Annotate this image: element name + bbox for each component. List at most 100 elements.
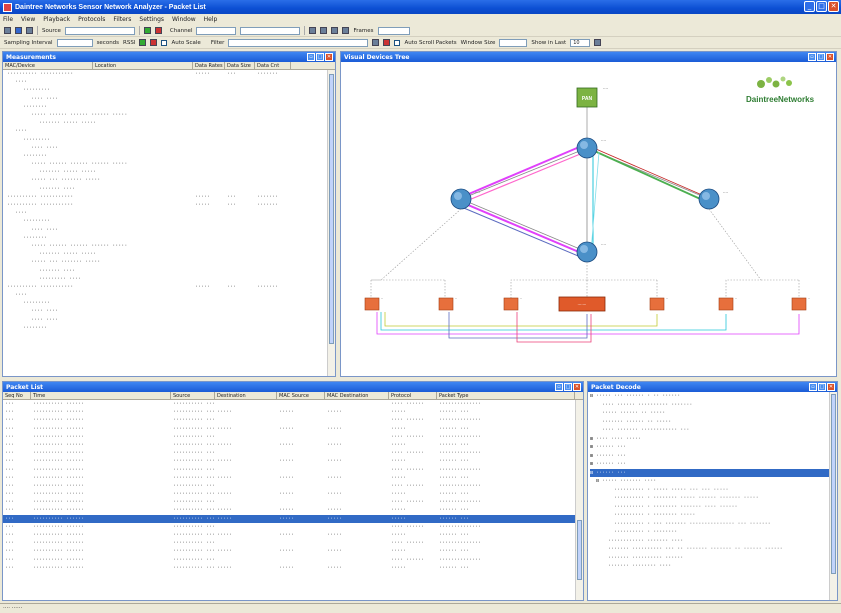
measurements-restore-button[interactable]: ▫ xyxy=(307,53,315,61)
packet-row[interactable]: ············· ················ ·········… xyxy=(3,539,583,547)
end-device-node[interactable]: ·· xyxy=(791,297,810,311)
col-data-count[interactable]: Data Cnt xyxy=(255,61,291,70)
end-device-node[interactable]: ·· xyxy=(718,297,737,311)
decode-row[interactable]: ⊞ ···· ···· ····· xyxy=(590,435,837,444)
measurement-row[interactable]: ···· xyxy=(3,209,335,217)
packet-decode-restore-button[interactable]: ▫ xyxy=(809,383,817,391)
menu-settings[interactable]: Settings xyxy=(139,16,164,23)
packet-decode-close-button[interactable]: ✕ xyxy=(827,383,835,391)
stop-icon[interactable] xyxy=(154,27,162,34)
packet-row[interactable]: ············· ················ ·········… xyxy=(3,556,583,564)
col-mac-source[interactable]: MAC Source xyxy=(277,391,325,400)
router-node[interactable]: ···· xyxy=(698,188,728,210)
packet-row[interactable]: ············· ················ ·········… xyxy=(3,433,583,441)
measurement-row[interactable]: ········ xyxy=(3,234,335,242)
packet-row[interactable]: ············· ················ ·········… xyxy=(3,482,583,490)
auto-scale-checkbox[interactable] xyxy=(161,39,168,46)
measurement-row[interactable]: ···· xyxy=(3,78,335,86)
decode-row[interactable]: ············ ······· ···· xyxy=(590,537,837,546)
frames-field[interactable] xyxy=(377,26,410,35)
measurement-row[interactable]: ·········· ··········· ····· ··· ······· xyxy=(3,201,335,209)
packet-list-maximize-button[interactable]: □ xyxy=(564,383,572,391)
packet-row[interactable]: ············· ················ ·········… xyxy=(3,449,583,457)
packet-row[interactable]: ············· ················ ·········… xyxy=(3,416,583,424)
packet-row[interactable]: ············· ················ ·········… xyxy=(3,408,583,416)
menu-playback[interactable]: Playback xyxy=(43,16,70,23)
packet-row[interactable]: ············· ················ ·········… xyxy=(3,474,583,482)
measurement-row[interactable]: ····· ··· ······· ····· xyxy=(3,258,335,266)
packet-decode-scrollbar[interactable] xyxy=(829,392,837,600)
measurement-row[interactable]: ···· ···· xyxy=(3,307,335,315)
col-mac-destination[interactable]: MAC Destination xyxy=(325,391,389,400)
measurement-row[interactable]: ········· xyxy=(3,86,335,94)
decode-row[interactable]: ······· ·········· ······ xyxy=(590,554,837,563)
packet-row[interactable]: ············· ················ ·········… xyxy=(3,441,583,449)
packet-row[interactable]: ············· ················ ·········… xyxy=(3,523,583,531)
col-packet-type[interactable]: Packet Type xyxy=(437,391,575,400)
packet-row[interactable]: ············· ················ ·········… xyxy=(3,457,583,465)
measurement-row[interactable]: ····· ··· ······· ····· xyxy=(3,176,335,184)
decode-row[interactable]: ·········· · ········ xyxy=(590,528,837,537)
decode-row[interactable]: ·········· · ··· ······· ···············… xyxy=(590,520,837,529)
rewind-icon[interactable] xyxy=(309,27,317,34)
auto-scroll-checkbox[interactable] xyxy=(394,39,401,46)
decode-row[interactable]: ⊞ ······ ··· xyxy=(590,452,837,461)
measurement-row[interactable]: ········· xyxy=(3,299,335,307)
device-tree-maximize-button[interactable]: □ xyxy=(817,53,825,61)
menu-view[interactable]: View xyxy=(21,16,35,23)
channel-slider[interactable] xyxy=(240,26,301,35)
maximize-button[interactable]: □ xyxy=(816,1,827,12)
end-device-node[interactable]: ·· xyxy=(438,297,457,311)
menu-filters[interactable]: Filters xyxy=(113,16,131,23)
measurement-row[interactable]: ···· ···· xyxy=(3,226,335,234)
filter-clear-icon[interactable] xyxy=(383,39,391,46)
packet-decode-maximize-button[interactable]: □ xyxy=(818,383,826,391)
measurement-row[interactable]: ···· xyxy=(3,291,335,299)
measurement-row[interactable]: ········ xyxy=(3,324,335,332)
decode-row[interactable]: ⊟ ····· ··· ······ · ·· ······ xyxy=(590,392,837,401)
packet-row[interactable]: ············· ················ ·········… xyxy=(3,564,583,572)
packet-list-restore-button[interactable]: ▫ xyxy=(555,383,563,391)
decode-row[interactable]: ·········· · ········ ····· ······ ·····… xyxy=(590,494,837,503)
decode-row[interactable]: ····· ······ ·· ····· xyxy=(590,409,837,418)
router-node[interactable]: ···· xyxy=(576,241,606,263)
decode-row[interactable]: ······· ······ ·· ····· xyxy=(590,418,837,427)
col-seq-no[interactable]: Seq No xyxy=(3,391,31,400)
decode-row[interactable]: ···· ······ ·········· ······· xyxy=(590,401,837,410)
measurement-row[interactable]: ······· ···· xyxy=(3,267,335,275)
sampling-interval-field[interactable] xyxy=(56,38,93,47)
measurement-row[interactable]: ····· ······ ······ ······ ····· xyxy=(3,242,335,250)
fast-forward-icon[interactable] xyxy=(342,27,350,34)
packet-row[interactable]: ············· ················ ·········… xyxy=(3,400,583,408)
settings-icon[interactable] xyxy=(594,39,602,46)
pan-coordinator-node[interactable]: PAN ···· xyxy=(576,86,608,108)
minimize-button[interactable]: _ xyxy=(804,1,815,12)
col-data-size[interactable]: Data Size xyxy=(225,61,255,70)
decode-row[interactable]: ······· ········ ···· xyxy=(590,562,837,571)
decode-row-selected[interactable]: ⊟ ······ ··· xyxy=(590,468,837,477)
end-device-node-selected[interactable]: ······· xyxy=(558,296,606,312)
packet-list-close-button[interactable]: ✕ xyxy=(573,383,581,391)
decode-row[interactable]: ···· ······· ············ ··· xyxy=(590,426,837,435)
measurement-row[interactable]: ···· xyxy=(3,127,335,135)
menu-window[interactable]: Window xyxy=(172,16,196,23)
rssi-add-icon[interactable] xyxy=(139,39,147,46)
show-last-field[interactable]: 10 xyxy=(570,38,591,47)
decode-row[interactable]: ······· ·········· ··· ·· ······· ······… xyxy=(590,545,837,554)
print-icon[interactable] xyxy=(26,27,33,34)
col-data-rates[interactable]: Data Rates xyxy=(193,61,225,70)
measurement-row[interactable]: ········· xyxy=(3,217,335,225)
decode-row[interactable]: ·········· · ········ ····· xyxy=(590,511,837,520)
col-time[interactable]: Time xyxy=(31,391,171,400)
packet-row[interactable]: ············· ················ ·········… xyxy=(3,425,583,433)
filter-apply-icon[interactable] xyxy=(372,39,380,46)
filter-field[interactable] xyxy=(228,38,369,47)
decode-row[interactable]: ·········· · ········ ······· ···· ·····… xyxy=(590,503,837,512)
decode-row[interactable]: ·········· · ····· ····· ··· ··· ····· xyxy=(590,486,837,495)
end-device-node[interactable]: ·· xyxy=(503,297,522,311)
packet-row[interactable]: ············· ················ ·········… xyxy=(3,498,583,506)
save-icon[interactable] xyxy=(15,27,22,34)
rssi-remove-icon[interactable] xyxy=(150,39,158,46)
window-size-select[interactable] xyxy=(499,38,528,47)
packet-row[interactable]: ············· ················ ·········… xyxy=(3,466,583,474)
